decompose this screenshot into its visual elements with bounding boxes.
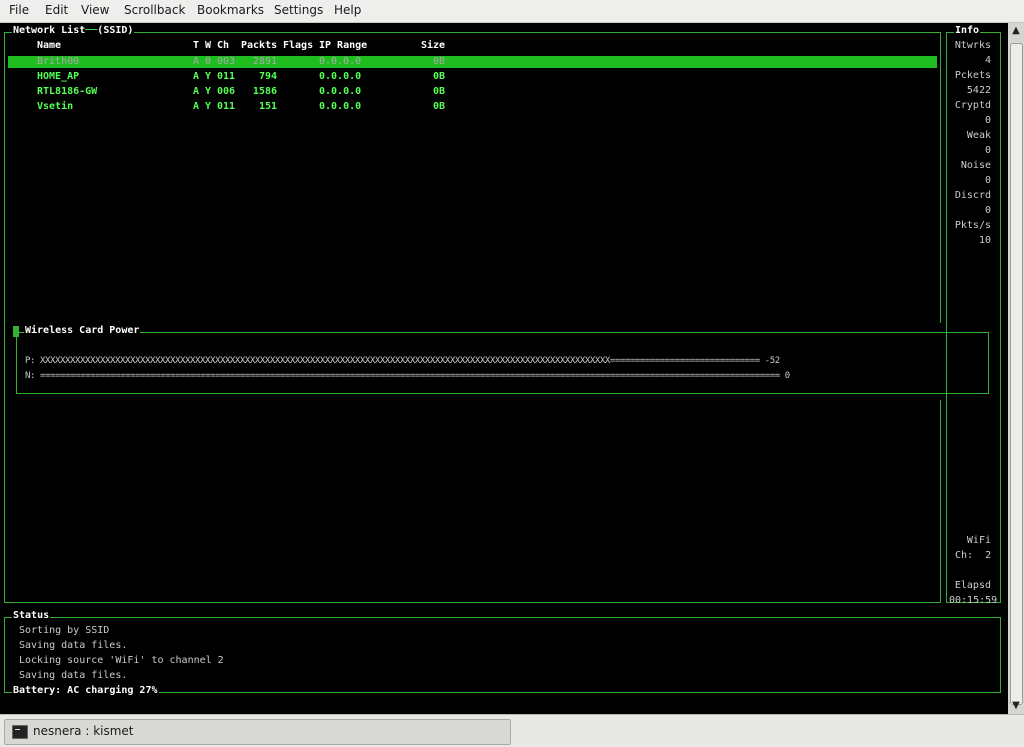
taskbar-window-label: nesnera : kismet	[33, 724, 134, 738]
row-channel: 011	[217, 101, 236, 112]
info-stat-label: Pckets	[954, 70, 991, 81]
row-type: A	[193, 71, 200, 82]
info-stat-value: 10	[978, 235, 991, 246]
status-line: Locking source 'WiFi' to channel 2	[19, 655, 224, 666]
scroll-up-icon[interactable]: ▲	[1008, 25, 1024, 37]
row-type: A	[193, 101, 200, 112]
col-header-flags: Flags	[283, 40, 314, 51]
row-size: 0B	[432, 56, 445, 67]
row-name: RTL8186-GW	[37, 86, 98, 97]
scroll-down-icon[interactable]: ▼	[1008, 700, 1024, 712]
battery-status: Battery: AC charging 27%	[12, 685, 159, 697]
network-list-title: Network List──(SSID)	[12, 25, 135, 37]
taskbar-window-button[interactable]: nesnera : kismet	[4, 719, 511, 745]
col-header-packets: Packts	[241, 40, 278, 51]
info-stat-value: 0	[984, 145, 991, 156]
col-header-type: T	[193, 40, 200, 51]
row-packets: 794	[258, 71, 277, 82]
row-channel: 003	[217, 56, 236, 67]
col-header-wep: W	[205, 40, 212, 51]
row-packets: 151	[258, 101, 277, 112]
terminal-icon	[12, 725, 28, 739]
row-ip-range: 0.0.0.0	[319, 56, 362, 67]
status-title: Status	[12, 610, 51, 622]
row-type: A	[193, 86, 200, 97]
menu-bookmarks[interactable]: Bookmarks	[197, 3, 264, 17]
info-stat-label: Cryptd	[954, 100, 991, 111]
menu-settings[interactable]: Settings	[274, 3, 323, 17]
row-wep: 0	[205, 56, 212, 67]
info-stat-value: 0	[984, 175, 991, 186]
col-header-name: Name	[37, 40, 62, 51]
info-stat-label: Pkts/s	[954, 220, 991, 231]
row-wep: Y	[205, 71, 212, 82]
menu-scrollback[interactable]: Scrollback	[124, 3, 185, 17]
row-packets: 2891	[252, 56, 277, 67]
menu-edit[interactable]: Edit	[45, 3, 68, 17]
info-title: Info	[954, 25, 981, 37]
info-source-label: WiFi	[966, 535, 991, 546]
row-wep: Y	[205, 101, 212, 112]
menu-help[interactable]: Help	[334, 3, 361, 17]
status-line: Saving data files.	[19, 670, 128, 681]
col-header-channel: Ch	[217, 40, 230, 51]
row-name: Brith00	[37, 56, 80, 67]
row-ip-range: 0.0.0.0	[319, 86, 362, 97]
power-noise-meter: N: =====================================…	[25, 371, 790, 381]
info-elapsed-value: 00:15:59	[949, 595, 998, 606]
row-name: Vsetin	[37, 101, 74, 112]
terminal-scrollbar[interactable]: ▲ ▼	[1008, 23, 1024, 714]
row-ip-range: 0.0.0.0	[319, 71, 362, 82]
row-size: 0B	[432, 71, 445, 82]
info-stat-label: Ntwrks	[954, 40, 991, 51]
info-stat-value: 0	[984, 205, 991, 216]
info-stat-value: 5422	[966, 85, 991, 96]
row-channel: 011	[217, 71, 236, 82]
row-ip-range: 0.0.0.0	[319, 101, 362, 112]
status-line: Saving data files.	[19, 640, 128, 651]
info-stat-value: 0	[984, 115, 991, 126]
menu-bar: File Edit View Scrollback Bookmarks Sett…	[0, 0, 1024, 23]
row-name: HOME_AP	[37, 71, 80, 82]
info-stat-label: Discrd	[954, 190, 991, 201]
row-wep: Y	[205, 86, 212, 97]
info-channel: Ch: 2	[955, 550, 992, 561]
row-size: 0B	[432, 86, 445, 97]
selected-row-highlight	[8, 56, 937, 68]
power-popup-title: Wireless Card Power	[24, 325, 141, 337]
menu-view[interactable]: View	[81, 3, 109, 17]
row-channel: 006	[217, 86, 236, 97]
network-list-panel	[4, 32, 941, 603]
row-size: 0B	[432, 101, 445, 112]
scroll-thumb[interactable]	[1010, 43, 1023, 705]
info-stat-label: Noise	[960, 160, 991, 171]
row-packets: 1586	[252, 86, 277, 97]
power-signal-meter: P: XXXXXXXXXXXXXXXXXXXXXXXXXXXXXXXXXXXXX…	[25, 356, 780, 366]
info-elapsed-label: Elapsd	[954, 580, 991, 591]
info-stat-label: Weak	[966, 130, 991, 141]
col-header-size: Size	[421, 40, 446, 51]
row-type: A	[193, 56, 200, 67]
terminal-view[interactable]: Network List──(SSID) Name T W Ch Packts …	[0, 23, 1008, 714]
col-header-ip-range: IP Range	[319, 40, 368, 51]
status-line: Sorting by SSID	[19, 625, 110, 636]
info-stat-value: 4	[984, 55, 991, 66]
taskbar: nesnera : kismet	[0, 714, 1024, 747]
menu-file[interactable]: File	[9, 3, 29, 17]
